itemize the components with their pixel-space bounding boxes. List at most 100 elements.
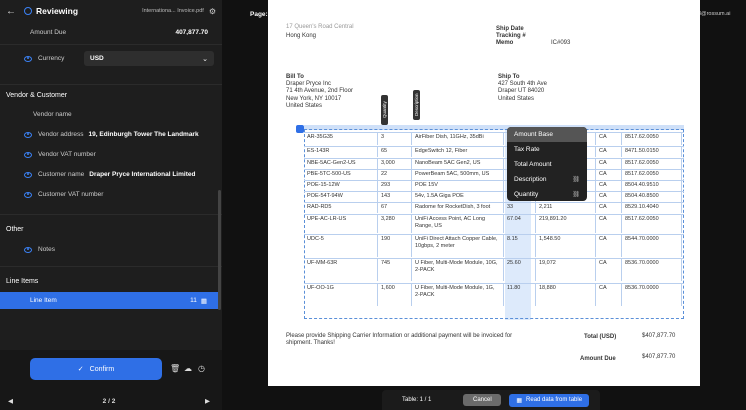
column-tag-quantity[interactable]: Quantity bbox=[381, 95, 388, 125]
table-menu-icon[interactable] bbox=[296, 125, 304, 133]
table-cell-amount: 1,548.50 bbox=[536, 235, 596, 257]
field-vendor-name[interactable]: Vendor name bbox=[0, 111, 222, 118]
dropdown-item[interactable]: Quantity ⛓ bbox=[507, 187, 587, 202]
link-icon: ⛓ bbox=[572, 192, 580, 198]
column-tag-description[interactable]: Description bbox=[413, 90, 420, 120]
field-vendor-address[interactable]: Vendor address 19, Edinburgh Tower The L… bbox=[0, 131, 222, 138]
table-cell-qty: 3 bbox=[378, 133, 412, 145]
section-line-items: Line Items bbox=[6, 278, 39, 285]
table-cell-qty: 745 bbox=[378, 259, 412, 281]
confirm-button[interactable]: ✓ Confirm bbox=[30, 358, 162, 380]
table-cell-total: 8544.70.0000 bbox=[622, 235, 682, 257]
currency-select[interactable]: USD ⌄ bbox=[84, 51, 214, 66]
field-notes[interactable]: Notes bbox=[0, 246, 222, 253]
table-row[interactable]: UPE-AC-LR-US 3,280 UniFi Access Point, AC … bbox=[304, 214, 684, 233]
field-value: 407,877.70 bbox=[175, 29, 208, 36]
dropdown-item-label: Total Amount bbox=[514, 161, 552, 168]
column-type-dropdown[interactable]: Amount Base Tax Rate Total Amount Descri… bbox=[507, 127, 587, 201]
dropdown-item[interactable]: Description ⛓ bbox=[507, 172, 587, 187]
sidebar-header: ← Reviewing Internationa... Invoice.pdf … bbox=[0, 0, 222, 22]
dropdown-item[interactable]: Amount Base bbox=[507, 127, 587, 142]
table-cell-desc: U Fiber, Multi-Mode Module, 10G, 2-PACK bbox=[412, 259, 504, 281]
table-row[interactable]: AR-35G35 3 AirFiber Dish, 11GHz, 35dBi CA 85… bbox=[304, 132, 684, 145]
address-city: Hong Kong bbox=[286, 33, 317, 39]
table-cell-amount: 19,072 bbox=[536, 259, 596, 281]
eye-icon[interactable] bbox=[24, 131, 32, 138]
eye-icon[interactable] bbox=[24, 246, 32, 253]
back-arrow-icon[interactable]: ← bbox=[6, 6, 18, 17]
eye-icon[interactable] bbox=[24, 191, 32, 198]
select-value: USD bbox=[90, 55, 104, 62]
trash-icon[interactable]: 🗑 bbox=[170, 364, 180, 373]
eye-icon[interactable] bbox=[24, 171, 32, 178]
table-cell-desc: NanoBeam 5AC Gen2, US bbox=[412, 159, 504, 169]
gear-icon[interactable]: ⚙ bbox=[209, 7, 216, 16]
link-icon: ⛓ bbox=[572, 177, 580, 183]
table-cell-code: NBE-5AC-Gen2-US bbox=[304, 159, 378, 169]
sidebar-scrollbar[interactable] bbox=[218, 190, 221, 310]
table-row[interactable]: UF-OO-1G 1,600 U Fiber, Multi-Mode Module,… bbox=[304, 283, 684, 306]
dropdown-item-label: Amount Base bbox=[514, 131, 554, 138]
table-row[interactable]: UDC-5 190 UniFi Direct Attach Copper Cable… bbox=[304, 234, 684, 257]
table-cell-code: AR-35G35 bbox=[304, 133, 378, 145]
field-customer-vat[interactable]: Customer VAT number bbox=[0, 191, 222, 198]
divider bbox=[0, 214, 222, 215]
table-cell-desc: UniFi Access Point, AC Long Range, US bbox=[412, 215, 504, 233]
table-cell-tax: CA bbox=[596, 215, 622, 233]
field-customer-name[interactable]: Customer name Draper Pryce International… bbox=[0, 171, 222, 178]
table-cell-tax: CA bbox=[596, 235, 622, 257]
file-name[interactable]: Internationa... Invoice.pdf bbox=[142, 8, 204, 14]
table-row[interactable]: RAD-RD5 67 Radome for RocketDish, 3 foot 33… bbox=[304, 202, 684, 213]
read-data-button[interactable]: ▦ Read data from table bbox=[509, 393, 590, 407]
field-label: Customer name bbox=[38, 171, 85, 178]
table-row[interactable]: POE-15-12W 293 POE 15V CA 8504.40.9510 bbox=[304, 180, 684, 191]
field-vendor-vat[interactable]: Vendor VAT number bbox=[0, 151, 222, 158]
next-page-icon[interactable]: ▶ bbox=[205, 397, 210, 405]
table-cell-code: UF-MM-63R bbox=[304, 259, 378, 281]
table-cell-price: 25.60 bbox=[504, 259, 536, 281]
dropdown-item[interactable]: Total Amount bbox=[507, 157, 587, 172]
table-row[interactable]: PBE-5TC-500-US 22 PowerBeam 5AC, 500mm, US… bbox=[304, 169, 684, 180]
cloud-upload-icon[interactable]: ☁ bbox=[184, 364, 192, 373]
table-cell-tax: CA bbox=[596, 284, 622, 306]
clock-icon[interactable]: ◷ bbox=[198, 364, 205, 373]
confirm-label: Confirm bbox=[89, 365, 115, 373]
table-cell-total: 8529.10.4040 bbox=[622, 203, 682, 213]
table-cell-total: 8517.62.0050 bbox=[622, 215, 682, 233]
page-indicator: 2 / 2 bbox=[102, 397, 116, 405]
table-cell-qty: 293 bbox=[378, 181, 412, 191]
table-cell-tax: CA bbox=[596, 159, 622, 169]
field-amount-due[interactable]: Amount Due 407,877.70 bbox=[0, 29, 222, 36]
chevron-down-icon: ⌄ bbox=[202, 55, 208, 63]
table-cell-qty: 65 bbox=[378, 147, 412, 157]
memo-label: Memo bbox=[496, 40, 514, 46]
table-cell-total: 8504.40.9510 bbox=[622, 181, 682, 191]
table-cell-tax: CA bbox=[596, 147, 622, 157]
address-faint: 17 Queen's Road Central bbox=[286, 24, 354, 30]
table-cell-desc: POE 15V bbox=[412, 181, 504, 191]
table-cell-qty: 22 bbox=[378, 170, 412, 180]
eye-icon[interactable] bbox=[24, 151, 32, 158]
pager: ◀ 2 / 2 ▶ bbox=[0, 392, 222, 410]
eye-icon[interactable] bbox=[24, 55, 32, 62]
field-label: Vendor VAT number bbox=[38, 151, 96, 158]
sidebar: ← Reviewing Internationa... Invoice.pdf … bbox=[0, 0, 222, 410]
table-row[interactable]: POE-54T-94W14354v, 1.5A Giga POE2,002CA8… bbox=[304, 191, 684, 202]
bill-to-line: 71 4th Avenue, 2nd Floor bbox=[286, 88, 353, 94]
invoice-page: 17 Queen's Road Central Hong Kong Ship D… bbox=[268, 0, 700, 386]
table-cell-desc: EdgeSwitch 12, Fiber bbox=[412, 147, 504, 157]
section-other: Other bbox=[6, 226, 24, 233]
table-cell-tax: CA bbox=[596, 192, 622, 202]
table-row[interactable]: UF-MM-63R 745 U Fiber, Multi-Mode Module, … bbox=[304, 258, 684, 281]
page-title: Reviewing bbox=[36, 6, 79, 16]
table-cell-desc: UniFi Direct Attach Copper Cable, 10gbps… bbox=[412, 235, 504, 257]
table-row[interactable]: ES-143R 65 EdgeSwitch 12, Fiber CA 8471.50.0… bbox=[304, 146, 684, 157]
dropdown-item[interactable]: Tax Rate bbox=[507, 142, 587, 157]
cancel-button[interactable]: Cancel bbox=[463, 394, 502, 406]
field-value: Draper Pryce International Limited bbox=[89, 171, 196, 178]
table-cell-desc: PowerBeam 5AC, 500mm, US bbox=[412, 170, 504, 180]
table-cell-total: 8504.40.8500 bbox=[622, 192, 682, 202]
line-item-row[interactable]: Line Item 11 ▦ bbox=[0, 292, 219, 309]
table-row[interactable]: NBE-5AC-Gen2-US 3,000 NanoBeam 5AC Gen2, U… bbox=[304, 158, 684, 169]
prev-page-icon[interactable]: ◀ bbox=[8, 397, 13, 405]
